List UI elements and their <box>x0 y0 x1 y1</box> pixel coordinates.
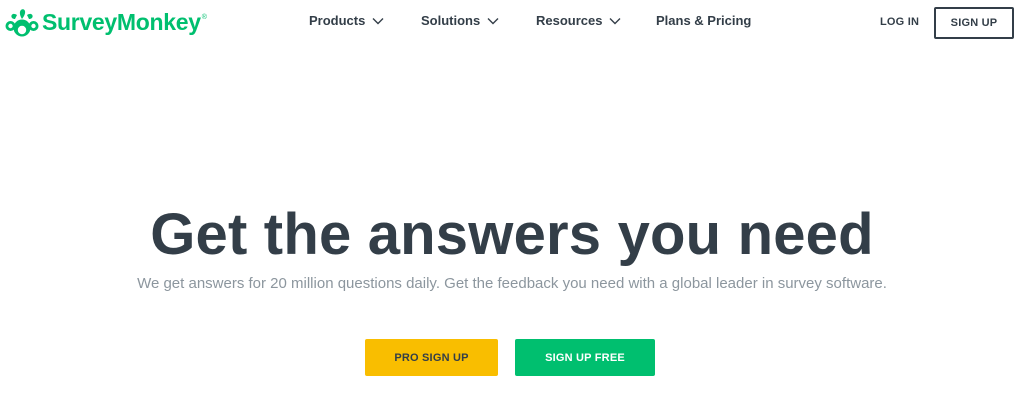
hero-title: Get the answers you need <box>150 202 874 267</box>
nav-item-label: Solutions <box>421 13 481 28</box>
signup-free-button[interactable]: SIGN UP FREE <box>515 339 655 376</box>
monkey-logo-icon <box>5 9 39 37</box>
nav-item-label: Resources <box>536 13 603 28</box>
signup-button[interactable]: SIGN UP <box>934 7 1014 39</box>
brand-name: SurveyMonkey <box>42 8 201 35</box>
page: SurveyMonkey ® Products Solutions Resour… <box>0 0 1024 396</box>
hero-subtitle: We get answers for 20 million questions … <box>137 275 887 292</box>
nav-item-plans-pricing[interactable]: Plans & Pricing <box>656 13 751 28</box>
nav-item-products[interactable]: Products <box>309 13 384 28</box>
nav-item-label: Products <box>309 13 366 28</box>
pro-signup-button[interactable]: PRO SIGN UP <box>365 339 498 376</box>
login-link[interactable]: LOG IN <box>880 16 919 28</box>
site-header: SurveyMonkey ® Products Solutions Resour… <box>0 0 1024 48</box>
chevron-down-icon <box>487 17 499 24</box>
nav-item-resources[interactable]: Resources <box>536 13 621 28</box>
trademark-symbol: ® <box>201 14 207 21</box>
nav-item-label: Plans & Pricing <box>656 13 752 28</box>
chevron-down-icon <box>609 17 621 24</box>
nav-item-solutions[interactable]: Solutions <box>421 13 499 28</box>
brand-logo[interactable]: SurveyMonkey ® <box>5 7 207 37</box>
chevron-down-icon <box>372 17 384 24</box>
